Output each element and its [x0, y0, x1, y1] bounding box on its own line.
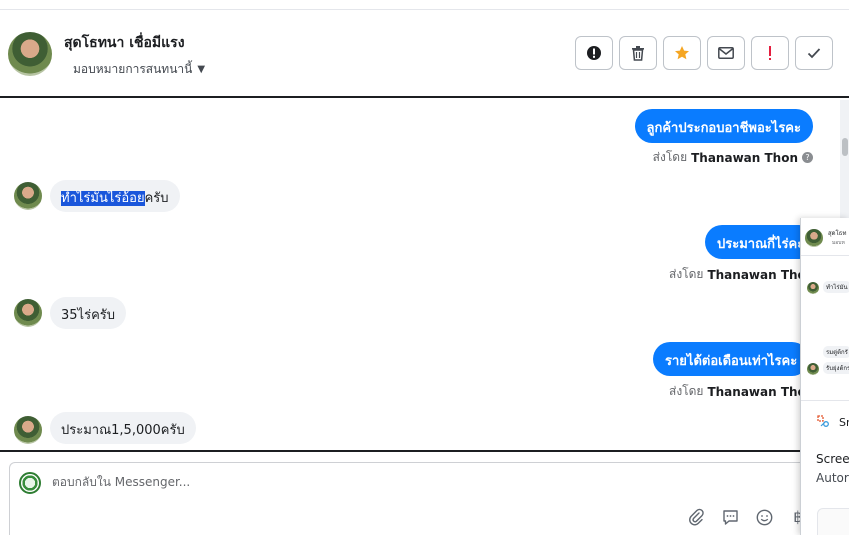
assign-conversation-dropdown[interactable]: มอบหมายการสนทนานี้ ▼: [73, 60, 205, 79]
preview-avatar: [805, 229, 823, 247]
mark-unread-button[interactable]: [707, 36, 745, 70]
message-thread[interactable]: ลูกค้าประกอบอาชีพอะไรคะ ส่งโดย Thanawan …: [0, 100, 840, 450]
envelope-icon: [718, 47, 734, 59]
incoming-message[interactable]: ประมาณ1,5,000ครับ: [50, 412, 196, 444]
contact-avatar[interactable]: [8, 32, 52, 76]
sent-by-label: ส่งโดย: [669, 267, 704, 281]
message-text: ครับ: [144, 191, 169, 206]
star-icon: [675, 46, 689, 60]
sender-name: Thanawan Thon: [691, 150, 798, 165]
attach-button[interactable]: [686, 507, 706, 527]
preview-message: รับยุ่งต้กร: [823, 362, 849, 374]
mark-done-button[interactable]: [795, 36, 833, 70]
exclamation-icon: [769, 46, 771, 60]
sender-name: Thanawan Thon: [707, 384, 815, 399]
selected-text[interactable]: ทำไร่มันไร่อ้อย: [61, 191, 145, 206]
snipping-tool-icon: [817, 415, 829, 427]
notification-subtitle: Autor: [816, 471, 849, 485]
outgoing-message[interactable]: ลูกค้าประกอบอาชีพอะไรคะ: [634, 109, 813, 143]
preview-message: ทำไร่มัน: [823, 281, 849, 293]
preview-avatar: [807, 363, 819, 375]
sender-name: Thanawan Thon: [707, 267, 815, 282]
sent-by-line: ส่งโดย Thanawan Thon ?: [653, 148, 813, 167]
reply-divider: [0, 450, 849, 452]
flag-button[interactable]: [751, 36, 789, 70]
preview-contact-name: สุดโธท: [828, 230, 847, 237]
contact-avatar-small: [14, 182, 42, 210]
conversation-actions: [575, 36, 833, 70]
preview-thumbnail[interactable]: [817, 508, 849, 535]
incoming-message[interactable]: ทำไร่มันไร่อ้อยครับ: [50, 180, 180, 212]
reply-composer: ฿: [9, 462, 839, 535]
outgoing-message[interactable]: รายได้ต่อเดือนเท่าไรคะ: [653, 342, 810, 376]
scrollbar-thumb[interactable]: [842, 138, 848, 156]
delete-button[interactable]: [619, 36, 657, 70]
screenshot-preview-panel[interactable]: สุดโธท มอบห ทำไร่มัน รมตู่ต้กรั รับยุ่งต…: [800, 218, 849, 535]
saved-replies-button[interactable]: [720, 507, 740, 527]
paperclip-icon: [689, 508, 704, 526]
help-icon[interactable]: ?: [802, 152, 813, 163]
smiley-icon: [756, 509, 772, 525]
notification-title: Scree: [816, 452, 849, 466]
preview-divider: [801, 400, 849, 401]
composer-tools: ฿: [686, 507, 808, 527]
app-name: Sn: [839, 416, 849, 429]
conversation-header: สุดโธทนา เชื่อมีแรง มอบหมายการสนทนานี้ ▼: [0, 10, 849, 98]
check-icon: [807, 48, 821, 59]
preview-avatar: [807, 282, 819, 294]
sent-by-label: ส่งโดย: [652, 150, 688, 164]
emoji-button[interactable]: [754, 507, 774, 527]
contact-avatar-small: [14, 416, 42, 444]
incoming-message[interactable]: 35ไร่ครับ: [50, 297, 126, 329]
contact-avatar-small: [14, 299, 42, 327]
star-button[interactable]: [663, 36, 701, 70]
assign-label: มอบหมายการสนทนานี้: [73, 62, 193, 76]
preview-header: สุดโธท มอบห: [801, 218, 849, 256]
mark-spam-button[interactable]: [575, 36, 613, 70]
sent-by-label: ส่งโดย: [669, 384, 704, 398]
page-logo-icon: [19, 472, 41, 494]
contact-name[interactable]: สุดโธทนา เชื่อมีแรง: [64, 32, 185, 54]
messenger-inbox: สุดโธทนา เชื่อมีแรง มอบหมายการสนทนานี้ ▼: [0, 0, 849, 535]
reply-input[interactable]: [52, 475, 752, 489]
caret-down-icon: ▼: [197, 64, 206, 75]
preview-assign-label: มอบห: [832, 240, 845, 246]
sent-by-line: ส่งโดย Thanawan Thon: [669, 265, 814, 284]
trash-icon: [632, 46, 644, 61]
exclamation-circle-icon: [587, 46, 601, 60]
speech-bubble-icon: [722, 509, 738, 525]
preview-message: รมตู่ต้กรั: [823, 346, 849, 358]
sent-by-line: ส่งโดย Thanawan Thon: [669, 382, 814, 401]
